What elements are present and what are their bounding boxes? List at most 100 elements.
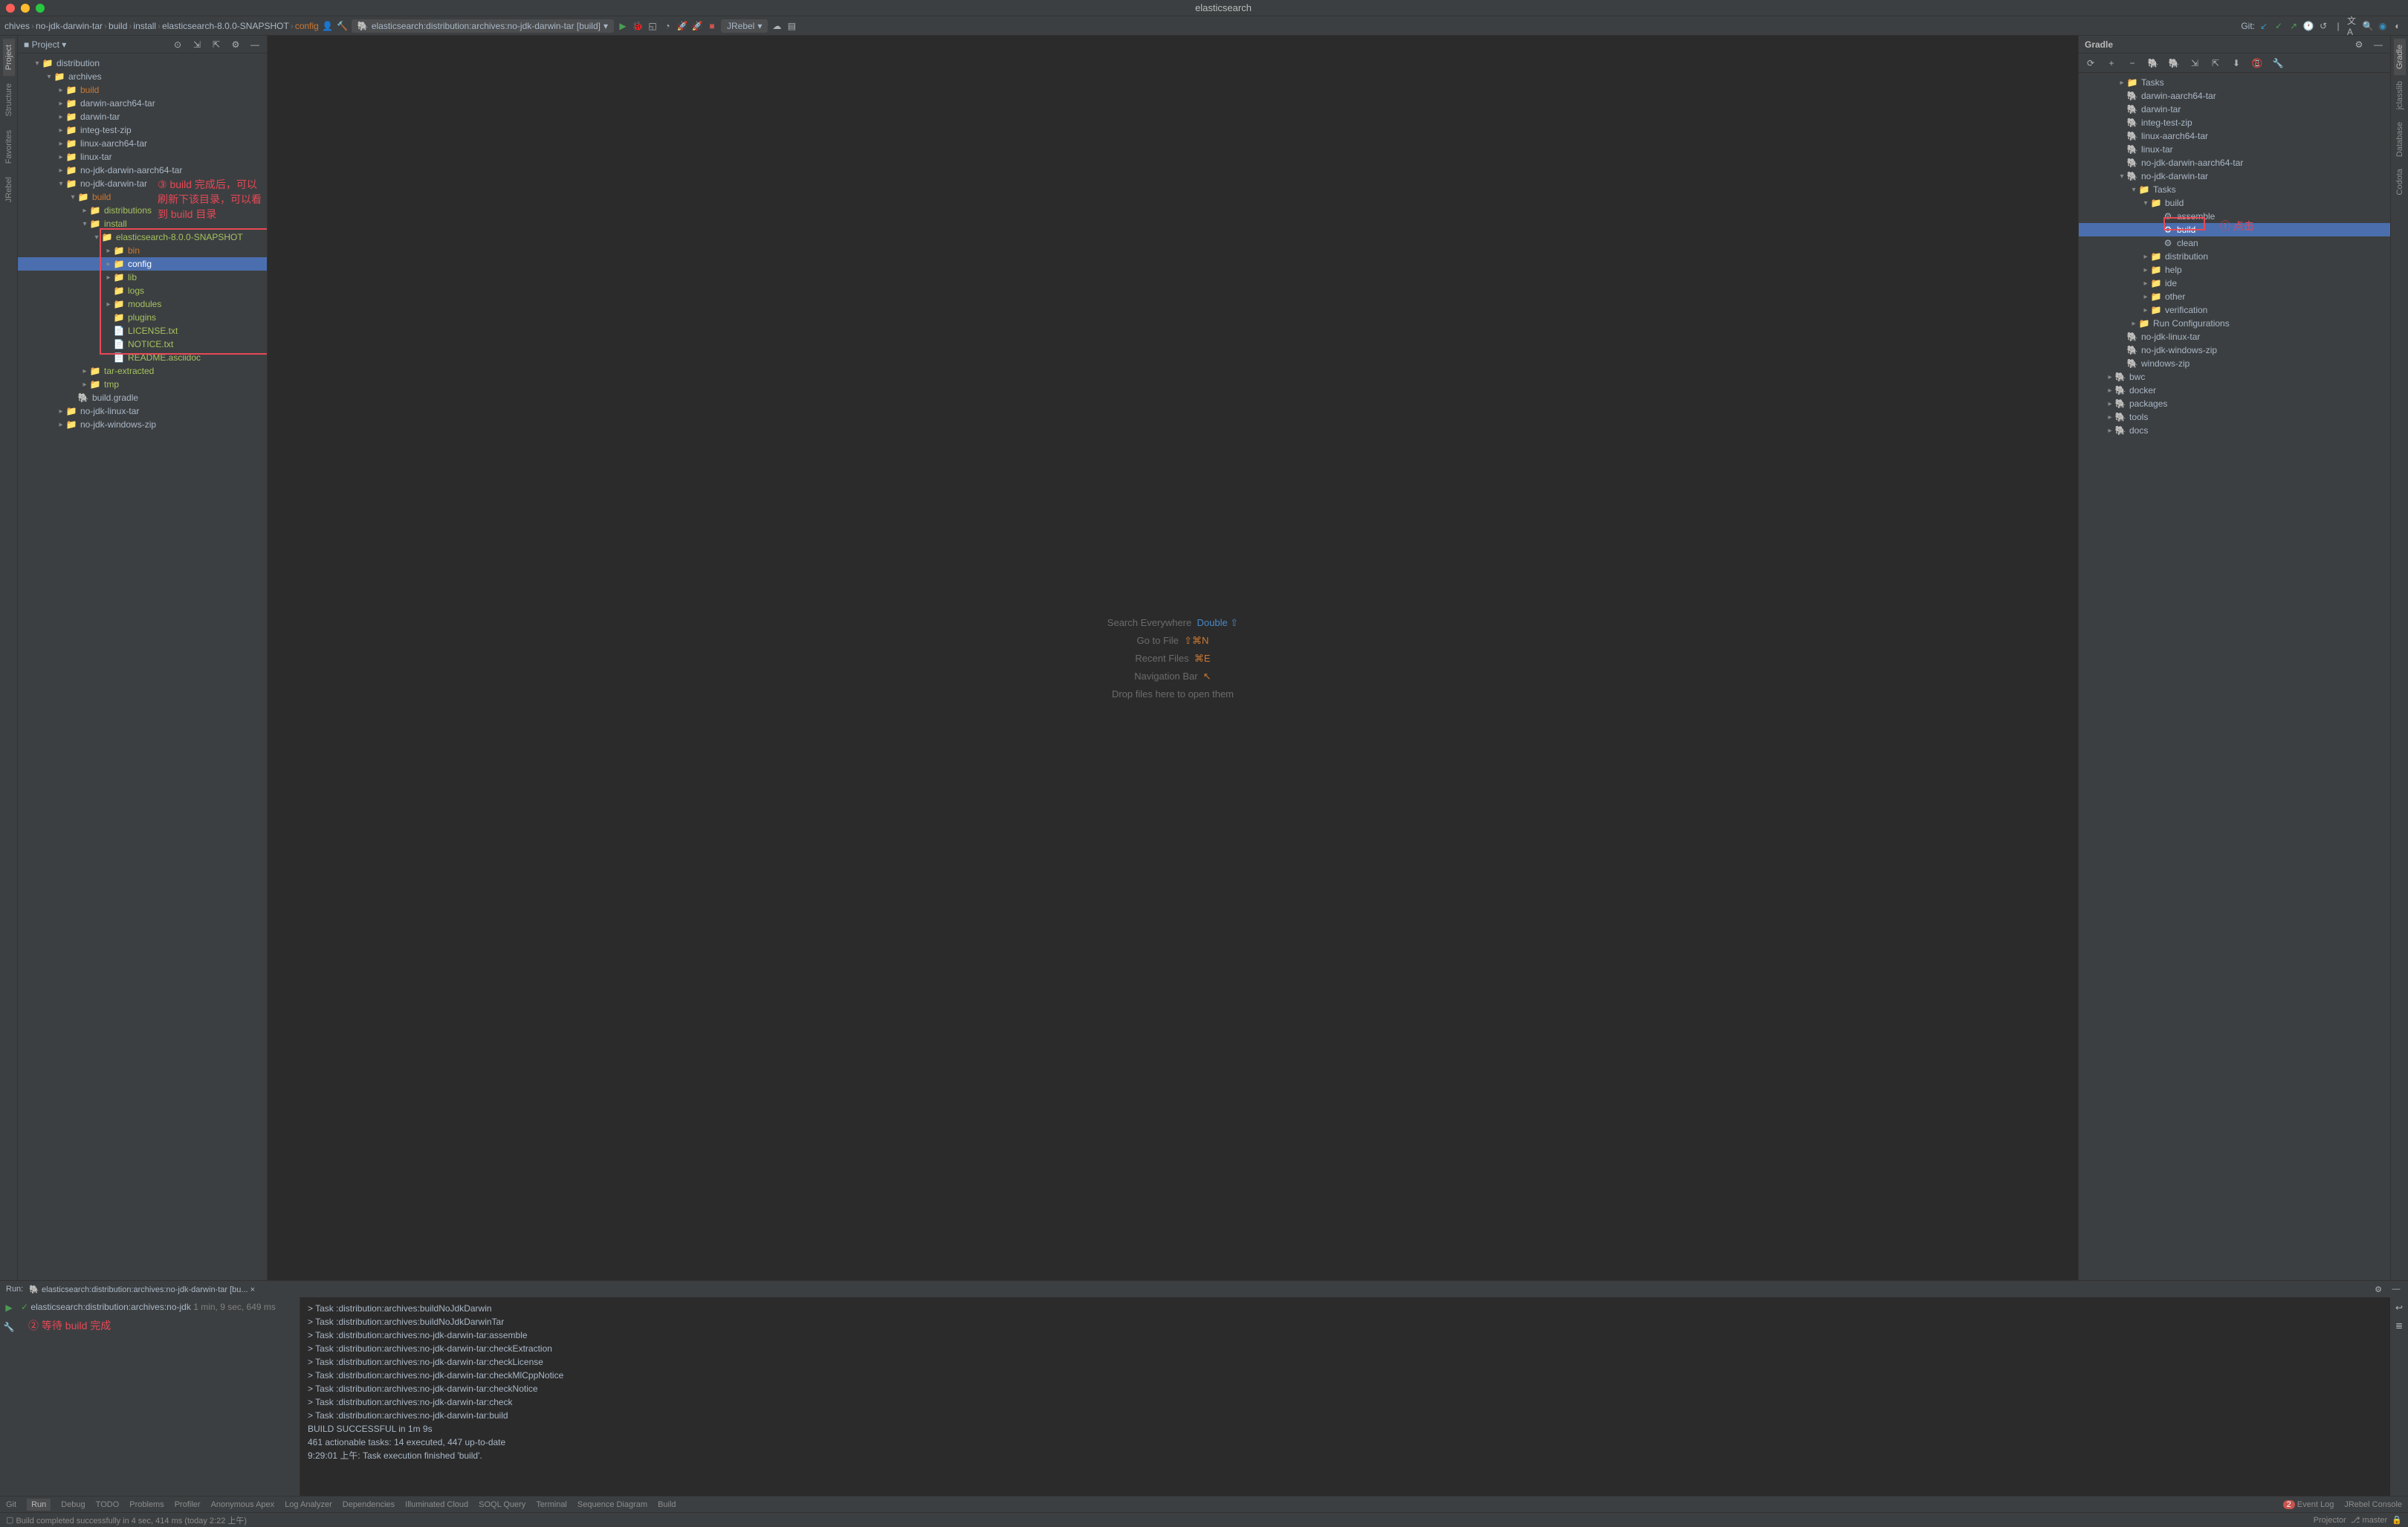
- projector-status[interactable]: Projector: [2314, 1516, 2346, 1525]
- gradle-tree-item[interactable]: ⚙assemble: [2079, 210, 2390, 223]
- gradle-tree-item[interactable]: 🐘linux-aarch64-tar: [2079, 129, 2390, 143]
- gradle-tree-item[interactable]: ▾🐘no-jdk-darwin-tar: [2079, 170, 2390, 183]
- gradle-tree-item[interactable]: ▾📁build: [2079, 196, 2390, 210]
- tree-item[interactable]: ▸📁darwin-aarch64-tar: [18, 97, 267, 110]
- softwrap-icon[interactable]: ↩: [2393, 1302, 2405, 1314]
- tree-item[interactable]: ▸📁integ-test-zip: [18, 123, 267, 137]
- jrebel-selector[interactable]: JRebel ▾: [721, 19, 768, 33]
- profile-icon[interactable]: ◔: [661, 20, 673, 32]
- codota-icon[interactable]: ◐: [2392, 20, 2404, 32]
- sidebar-tab-jrebel[interactable]: JRebel: [3, 171, 15, 208]
- tree-item[interactable]: ▸📁tmp: [18, 378, 267, 391]
- close-icon[interactable]: [6, 4, 15, 13]
- rerun-icon[interactable]: ▶: [3, 1302, 15, 1314]
- breadcrumb-item[interactable]: build: [109, 21, 127, 31]
- run-config-selector[interactable]: 🐘 elasticsearch:distribution:archives:no…: [352, 19, 614, 33]
- gradle-tree-item[interactable]: ▸🐘docs: [2079, 424, 2390, 437]
- bottom-tab-git[interactable]: Git: [6, 1500, 16, 1509]
- tree-item[interactable]: 📁logs: [18, 284, 267, 297]
- tree-item[interactable]: ▸📁no-jdk-windows-zip: [18, 418, 267, 431]
- gradle-tree-item[interactable]: ▸🐘docker: [2079, 384, 2390, 397]
- sidebar-tab-gradle[interactable]: Gradle: [2394, 39, 2406, 75]
- tree-item[interactable]: ▸📁distributions: [18, 204, 267, 217]
- cloud-icon[interactable]: ☁: [771, 20, 783, 32]
- coverage-icon[interactable]: ◱: [647, 20, 658, 32]
- tree-item[interactable]: 📄NOTICE.txt: [18, 338, 267, 351]
- gradle-tree-item[interactable]: ⚙clean: [2079, 236, 2390, 250]
- gradle-tree-item[interactable]: ▸🐘tools: [2079, 410, 2390, 424]
- hide-icon[interactable]: —: [2372, 39, 2384, 51]
- tree-item[interactable]: ▸📁no-jdk-linux-tar: [18, 404, 267, 418]
- git-history-icon[interactable]: 🕐: [2302, 20, 2314, 32]
- gear-icon[interactable]: ⚙: [2372, 1283, 2384, 1295]
- editor-area[interactable]: Search Everywhere Double ⇧ Go to File ⇧⌘…: [268, 36, 2078, 1280]
- bottom-tab-run[interactable]: Run: [27, 1499, 51, 1511]
- gradle-tree-item[interactable]: ▸📁verification: [2079, 303, 2390, 317]
- expand-icon[interactable]: ⇲: [191, 39, 203, 51]
- rocket-icon[interactable]: 🚀: [676, 20, 688, 32]
- run-icon[interactable]: ▶: [617, 20, 629, 32]
- sidebar-tab-database[interactable]: Database: [2394, 116, 2406, 163]
- minimize-icon[interactable]: [21, 4, 30, 13]
- gradle-tree[interactable]: ① 点击 ▸📁Tasks🐘darwin-aarch64-tar🐘darwin-t…: [2079, 73, 2390, 1280]
- gradle-tree-item[interactable]: ▸📁ide: [2079, 277, 2390, 290]
- git-revert-icon[interactable]: ↺: [2317, 20, 2329, 32]
- sidebar-tab-codota[interactable]: Codota: [2394, 163, 2406, 201]
- expand-all-icon[interactable]: ⇲: [2189, 57, 2201, 69]
- translate-icon[interactable]: 文A: [2347, 20, 2359, 32]
- gradle-tree-item[interactable]: 🐘no-jdk-darwin-aarch64-tar: [2079, 156, 2390, 170]
- gradle-tree-item[interactable]: ▸📁other: [2079, 290, 2390, 303]
- git-branch[interactable]: ⎇ master: [2351, 1515, 2387, 1525]
- bottom-tab-log-analyzer[interactable]: Log Analyzer: [285, 1500, 332, 1509]
- tree-item[interactable]: ▸📁lib: [18, 271, 267, 284]
- gradle-tree-item[interactable]: 🐘integ-test-zip: [2079, 116, 2390, 129]
- run-tree[interactable]: ✓ elasticsearch:distribution:archives:no…: [18, 1297, 300, 1496]
- gradle-tree-item[interactable]: ▸📁distribution: [2079, 250, 2390, 263]
- bottom-tab-dependencies[interactable]: Dependencies: [343, 1500, 395, 1509]
- gear-icon[interactable]: ⚙: [230, 39, 242, 51]
- breadcrumb-item[interactable]: chives: [4, 21, 30, 31]
- bottom-tab-problems[interactable]: Problems: [129, 1500, 164, 1509]
- jrebel-console-button[interactable]: JRebel Console: [2344, 1500, 2402, 1509]
- git-update-icon[interactable]: ↙: [2258, 20, 2270, 32]
- tree-item[interactable]: ▾📁install: [18, 217, 267, 230]
- tree-item[interactable]: ▸📁modules: [18, 297, 267, 311]
- offline-icon[interactable]: 📵: [2251, 57, 2263, 69]
- tree-item[interactable]: ▸📁linux-aarch64-tar: [18, 137, 267, 150]
- tree-item[interactable]: ▸📁darwin-tar: [18, 110, 267, 123]
- reload-icon[interactable]: ⟳: [2085, 57, 2097, 69]
- collapse-icon[interactable]: ⇱: [210, 39, 222, 51]
- tree-item[interactable]: ▸📁bin: [18, 244, 267, 257]
- gradle-tree-item[interactable]: ⚙build: [2079, 223, 2390, 236]
- download-icon[interactable]: ⬇: [2230, 57, 2242, 69]
- gradle-tree-item[interactable]: 🐘linux-tar: [2079, 143, 2390, 156]
- gradle-run-icon[interactable]: 🐘: [2147, 57, 2159, 69]
- window-controls[interactable]: [6, 4, 45, 13]
- debug-icon[interactable]: 🐞: [632, 20, 644, 32]
- bottom-tab-anonymous-apex[interactable]: Anonymous Apex: [211, 1500, 275, 1509]
- plus-icon[interactable]: +: [2106, 57, 2117, 69]
- bottom-tab-profiler[interactable]: Profiler: [175, 1500, 201, 1509]
- tree-item[interactable]: ▾📁elasticsearch-8.0.0-SNAPSHOT: [18, 230, 267, 244]
- sidebar-tab-favorites[interactable]: Favorites: [3, 124, 15, 170]
- tree-item[interactable]: ▾📁archives: [18, 70, 267, 83]
- gradle-tree-item[interactable]: ▸🐘bwc: [2079, 370, 2390, 384]
- locate-icon[interactable]: ⊙: [172, 39, 184, 51]
- search-icon[interactable]: 🔍: [2362, 20, 2374, 32]
- tree-item[interactable]: ▸📁build: [18, 83, 267, 97]
- bottom-tab-soql-query[interactable]: SOQL Query: [479, 1500, 525, 1509]
- gradle-tree-item[interactable]: ▸📁help: [2079, 263, 2390, 277]
- sidebar-tab-jclasslib[interactable]: jclasslib: [2394, 75, 2406, 116]
- run-config-tab[interactable]: 🐘 elasticsearch:distribution:archives:no…: [29, 1285, 255, 1294]
- tree-item[interactable]: 📁plugins: [18, 311, 267, 324]
- wrench-icon[interactable]: 🔧: [2272, 57, 2284, 69]
- hammer-icon[interactable]: 🔨: [337, 20, 349, 32]
- stop-icon[interactable]: ■: [706, 20, 718, 32]
- bottom-tab-build[interactable]: Build: [658, 1500, 676, 1509]
- tree-item[interactable]: ▸📁tar-extracted: [18, 364, 267, 378]
- breadcrumb-item[interactable]: no-jdk-darwin-tar: [36, 21, 103, 31]
- project-tree[interactable]: ③ build 完成后，可以刷新下该目录，可以看到 build 目录 ④ 稍后要…: [18, 54, 267, 1280]
- stack-icon[interactable]: ▤: [786, 20, 797, 32]
- bottom-tab-sequence-diagram[interactable]: Sequence Diagram: [577, 1500, 647, 1509]
- wrench-icon[interactable]: 🔧: [3, 1321, 15, 1333]
